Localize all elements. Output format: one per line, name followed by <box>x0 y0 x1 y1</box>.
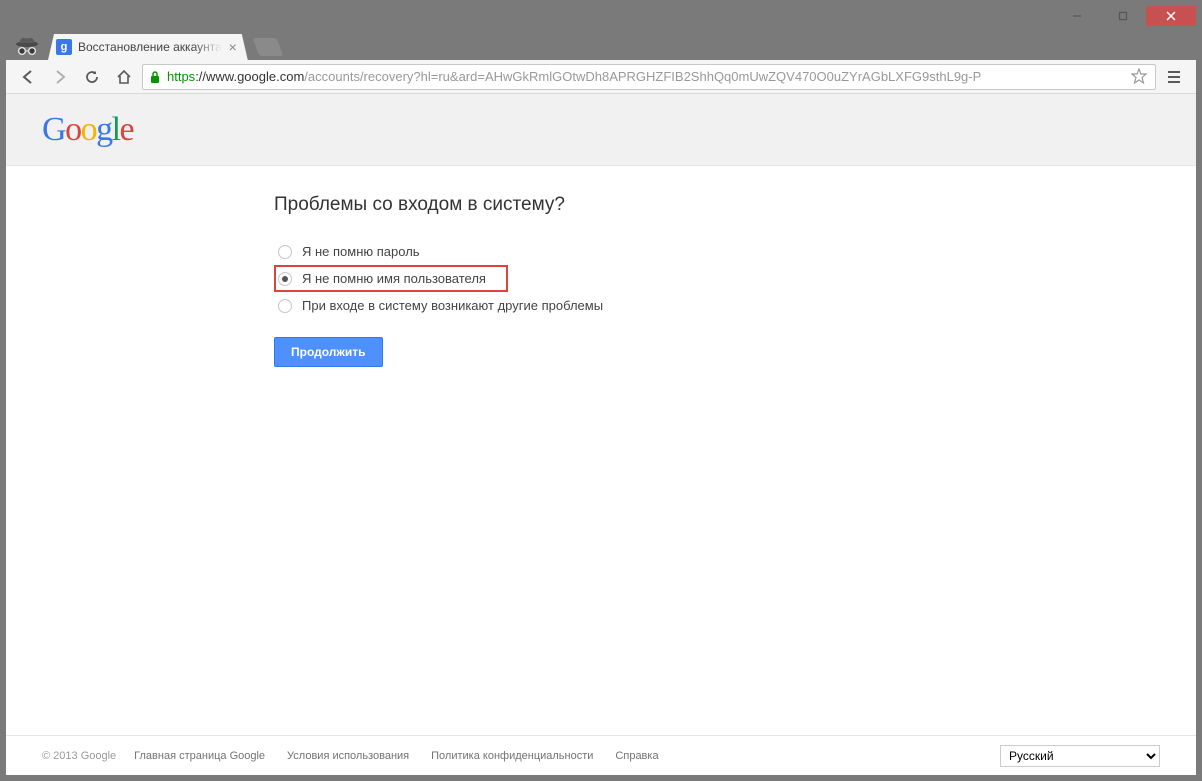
option-forgot-password[interactable]: Я не помню пароль <box>274 238 424 265</box>
footer-link-help[interactable]: Справка <box>615 750 658 762</box>
tab-title: Восстановление аккаунта <box>78 40 222 54</box>
chrome-menu-button[interactable] <box>1160 63 1188 91</box>
page-header: Google <box>6 94 1196 166</box>
option-label: Я не помню имя пользователя <box>302 271 486 286</box>
radio-icon <box>278 245 292 259</box>
option-label: При входе в систему возникают другие про… <box>302 298 603 313</box>
radio-icon <box>278 299 292 313</box>
footer-link-terms[interactable]: Условия использования <box>287 750 409 762</box>
option-forgot-username[interactable]: Я не помню имя пользователя <box>274 265 508 292</box>
continue-button[interactable]: Продолжить <box>274 337 383 367</box>
back-button[interactable] <box>14 63 42 91</box>
address-bar[interactable]: https://www.google.com/accounts/recovery… <box>142 64 1156 90</box>
option-label: Я не помню пароль <box>302 244 420 259</box>
tab-close-icon[interactable]: × <box>226 40 240 54</box>
footer-link-home[interactable]: Главная страница Google <box>134 750 265 762</box>
url-text: https://www.google.com/accounts/recovery… <box>167 69 1125 84</box>
language-select[interactable]: Русский <box>1000 745 1160 767</box>
forward-button[interactable] <box>46 63 74 91</box>
page-content: Google Проблемы со входом в систему? Я н… <box>6 94 1196 775</box>
window-maximize-button[interactable] <box>1100 6 1146 26</box>
google-logo: Google <box>42 111 133 149</box>
page-footer: © 2013 Google Главная страница Google Ус… <box>6 735 1196 775</box>
footer-link-privacy[interactable]: Политика конфиденциальности <box>431 750 593 762</box>
recovery-options: Я не помню пароль Я не помню имя пользов… <box>274 238 1196 319</box>
tab-favicon: g <box>56 39 72 55</box>
bookmark-star-icon[interactable] <box>1131 68 1149 86</box>
new-tab-button[interactable] <box>252 38 283 56</box>
window-titlebar <box>6 6 1196 30</box>
copyright-text: © 2013 Google <box>42 750 116 762</box>
reload-button[interactable] <box>78 63 106 91</box>
radio-icon <box>278 272 292 286</box>
option-other-problems[interactable]: При входе в систему возникают другие про… <box>274 292 607 319</box>
window-minimize-button[interactable] <box>1054 6 1100 26</box>
lock-icon <box>149 70 161 84</box>
incognito-icon <box>12 34 42 60</box>
window-close-button[interactable] <box>1146 6 1196 26</box>
browser-toolbar: https://www.google.com/accounts/recovery… <box>6 60 1196 94</box>
browser-tab[interactable]: g Восстановление аккаунта × <box>48 34 248 60</box>
page-heading: Проблемы со входом в систему? <box>274 194 1196 216</box>
tab-strip: g Восстановление аккаунта × <box>6 30 1196 60</box>
home-button[interactable] <box>110 63 138 91</box>
